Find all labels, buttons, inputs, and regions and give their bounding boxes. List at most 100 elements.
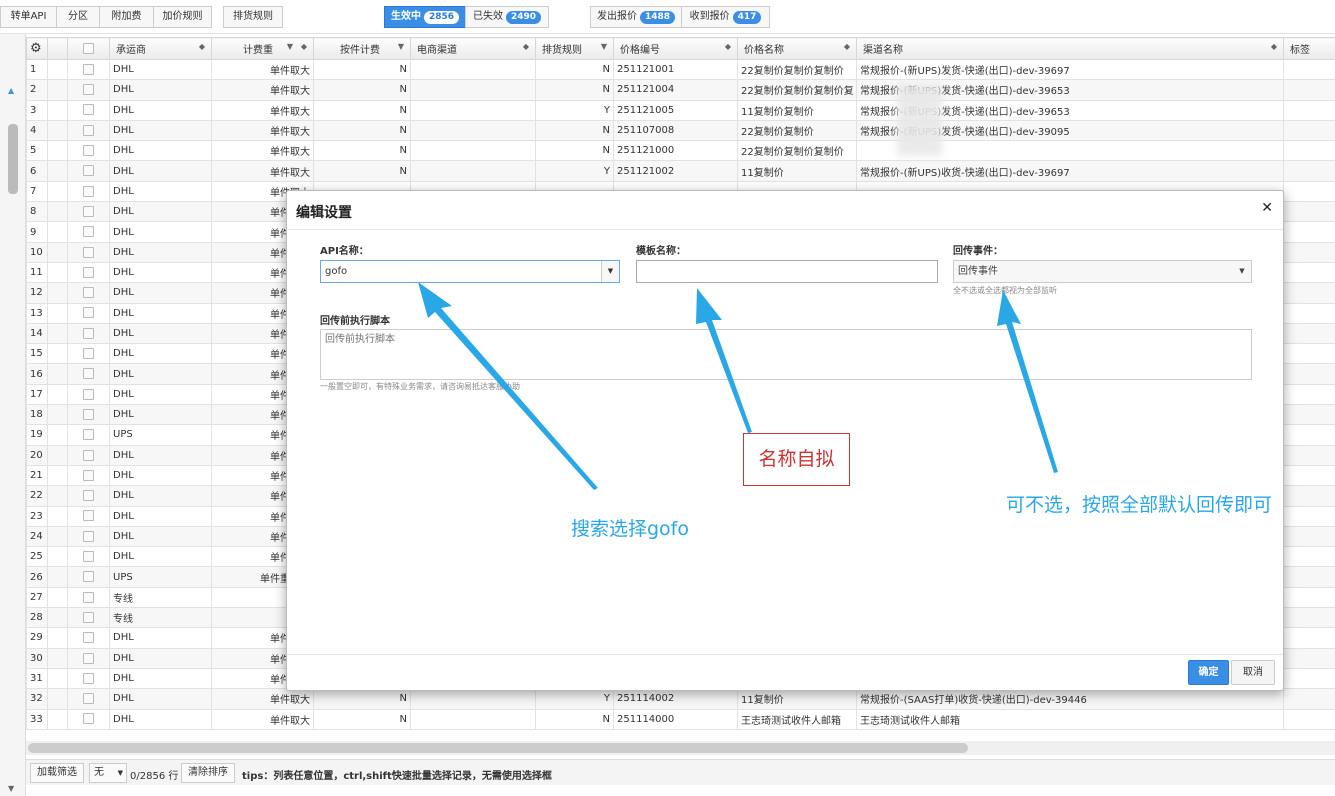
- table-row[interactable]: 33 DHL 单件取大 N N 251114000 王志琦测试收件人邮箱 王志琦测试收件人邮箱: [26, 708, 1335, 730]
- row-checkbox[interactable]: [67, 485, 110, 507]
- chevron-down-icon[interactable]: ▼: [1233, 261, 1251, 282]
- table-row[interactable]: 6 DHL 单件取大 N Y 251121002 11复制价 常规报价-(新UPS)收货-快递…: [26, 160, 1335, 182]
- tab-active[interactable]: 生效中 2856: [384, 6, 466, 28]
- row-checkbox[interactable]: [67, 58, 110, 81]
- row-checkbox[interactable]: [67, 343, 110, 365]
- select-all-checkbox[interactable]: [67, 37, 110, 60]
- row-checkbox-box[interactable]: [83, 652, 94, 664]
- row-checkbox-box[interactable]: [83, 388, 94, 400]
- row-checkbox[interactable]: [67, 140, 110, 162]
- row-checkbox[interactable]: [67, 627, 110, 649]
- tab-expired[interactable]: 已失效 2490: [465, 6, 549, 28]
- clear-sort-button[interactable]: 清除排序: [181, 763, 235, 783]
- filter-dropdown-icon[interactable]: ▼: [601, 42, 607, 51]
- confirm-button[interactable]: 确定: [1188, 660, 1229, 685]
- filter-dropdown-icon[interactable]: ▼: [398, 42, 404, 51]
- row-checkbox-box[interactable]: [83, 571, 94, 583]
- row-checkbox[interactable]: [67, 302, 110, 324]
- row-checkbox[interactable]: [67, 464, 110, 487]
- row-checkbox[interactable]: [67, 99, 110, 121]
- transfer-api-button[interactable]: 转单API: [0, 6, 57, 28]
- tab-received-quotes[interactable]: 收到报价 417: [681, 6, 770, 28]
- row-checkbox-box[interactable]: [83, 490, 94, 502]
- vertical-scrollbar-thumb[interactable]: [8, 124, 18, 194]
- sort-icon[interactable]: ◆: [725, 42, 731, 51]
- row-checkbox[interactable]: [67, 708, 110, 730]
- row-checkbox[interactable]: [67, 322, 110, 345]
- column-price-name[interactable]: 价格名称 ◆: [737, 37, 857, 60]
- row-checkbox-box[interactable]: [83, 429, 94, 441]
- close-icon[interactable]: ✕: [1261, 200, 1273, 216]
- row-checkbox[interactable]: [67, 424, 110, 446]
- filter-select[interactable]: 无 ▼: [89, 763, 127, 783]
- row-checkbox-box[interactable]: [83, 591, 94, 603]
- row-checkbox-box[interactable]: [83, 510, 94, 522]
- row-checkbox-box[interactable]: [83, 266, 94, 278]
- row-checkbox-box[interactable]: [83, 307, 94, 319]
- row-checkbox-box[interactable]: [83, 469, 94, 481]
- table-row[interactable]: 5 DHL 单件取大 N N 251121000 22复制价复制价复制价: [26, 140, 1335, 162]
- column-piece-billing[interactable]: 按件计费 ▼: [313, 37, 411, 60]
- row-checkbox-box[interactable]: [83, 63, 94, 75]
- row-checkbox[interactable]: [67, 546, 110, 568]
- row-checkbox[interactable]: [67, 444, 110, 466]
- zone-button[interactable]: 分区: [56, 6, 100, 28]
- table-row[interactable]: 32 DHL 单件取大 N Y 251114002 11复制价 常规报价-(SAAS打单)收货…: [26, 688, 1335, 710]
- row-checkbox[interactable]: [67, 688, 110, 710]
- row-checkbox[interactable]: [67, 221, 110, 243]
- table-row[interactable]: 2 DHL 单件取大 N N 251121004 22复制价复制价复制价复 常规报价-(新UP…: [26, 79, 1335, 101]
- scroll-up-icon[interactable]: ▲: [8, 86, 14, 95]
- row-checkbox[interactable]: [67, 566, 110, 588]
- row-checkbox-box[interactable]: [83, 408, 94, 420]
- row-checkbox[interactable]: [67, 586, 110, 609]
- row-checkbox[interactable]: [67, 383, 110, 406]
- sort-icon[interactable]: ◆: [844, 42, 850, 51]
- row-checkbox[interactable]: [67, 667, 110, 690]
- column-tag[interactable]: 标签: [1283, 37, 1335, 60]
- row-checkbox-box[interactable]: [83, 226, 94, 238]
- load-filter-button[interactable]: 加载筛选: [30, 763, 84, 783]
- row-checkbox[interactable]: [67, 160, 110, 182]
- row-checkbox-box[interactable]: [83, 145, 94, 157]
- row-checkbox[interactable]: [67, 647, 110, 669]
- column-price-code[interactable]: 价格编号 ◆: [613, 37, 738, 60]
- row-checkbox[interactable]: [67, 363, 110, 385]
- row-checkbox[interactable]: [67, 525, 110, 548]
- row-checkbox-box[interactable]: [83, 348, 94, 360]
- row-checkbox-box[interactable]: [83, 530, 94, 542]
- column-weight[interactable]: 计费重 ▼ ◆: [211, 37, 314, 60]
- sort-icon[interactable]: ◆: [523, 42, 529, 51]
- row-checkbox[interactable]: [67, 119, 110, 142]
- column-carrier[interactable]: 承运商 ◆: [109, 37, 212, 60]
- sort-icon[interactable]: ◆: [199, 42, 205, 51]
- row-checkbox[interactable]: [67, 79, 110, 101]
- row-checkbox-box[interactable]: [83, 246, 94, 258]
- surcharge-button[interactable]: 附加费: [99, 6, 154, 28]
- table-row[interactable]: 3 DHL 单件取大 N Y 251121005 11复制价复制价 常规报价-(新UPS)发货…: [26, 99, 1335, 121]
- scroll-down-icon[interactable]: ▼: [8, 784, 14, 793]
- row-checkbox-box[interactable]: [83, 165, 94, 177]
- row-checkbox-box[interactable]: [83, 551, 94, 563]
- row-checkbox[interactable]: [67, 607, 110, 629]
- row-checkbox-box[interactable]: [83, 104, 94, 116]
- row-checkbox-box[interactable]: [83, 632, 94, 644]
- row-checkbox-box[interactable]: [83, 84, 94, 96]
- table-row[interactable]: 1 DHL 单件取大 N N 251121001 22复制价复制价复制价 常规报价-(新UPS…: [26, 58, 1335, 81]
- row-checkbox-box[interactable]: [83, 611, 94, 623]
- template-name-input[interactable]: [636, 260, 938, 283]
- row-checkbox-box[interactable]: [83, 693, 94, 705]
- row-checkbox[interactable]: [67, 261, 110, 284]
- table-row[interactable]: 4 DHL 单件取大 N N 251107008 22复制价复制价 常规报价-(新UPS)发货…: [26, 119, 1335, 142]
- row-checkbox-box[interactable]: [83, 327, 94, 339]
- markup-rule-button[interactable]: 加价规则: [153, 6, 212, 28]
- callback-event-select[interactable]: 回传事件 ▼: [953, 260, 1252, 283]
- row-checkbox-box[interactable]: [83, 368, 94, 380]
- column-cargo-rule[interactable]: 排货规则 ▼: [535, 37, 614, 60]
- sort-icon[interactable]: ◆: [301, 42, 307, 51]
- chevron-down-icon[interactable]: ▼: [601, 261, 619, 282]
- row-checkbox[interactable]: [67, 201, 110, 223]
- script-textarea[interactable]: [320, 329, 1252, 380]
- row-checkbox-box[interactable]: [83, 185, 94, 197]
- settings-gear-icon[interactable]: ⚙: [26, 37, 48, 60]
- cancel-button[interactable]: 取消: [1231, 660, 1275, 685]
